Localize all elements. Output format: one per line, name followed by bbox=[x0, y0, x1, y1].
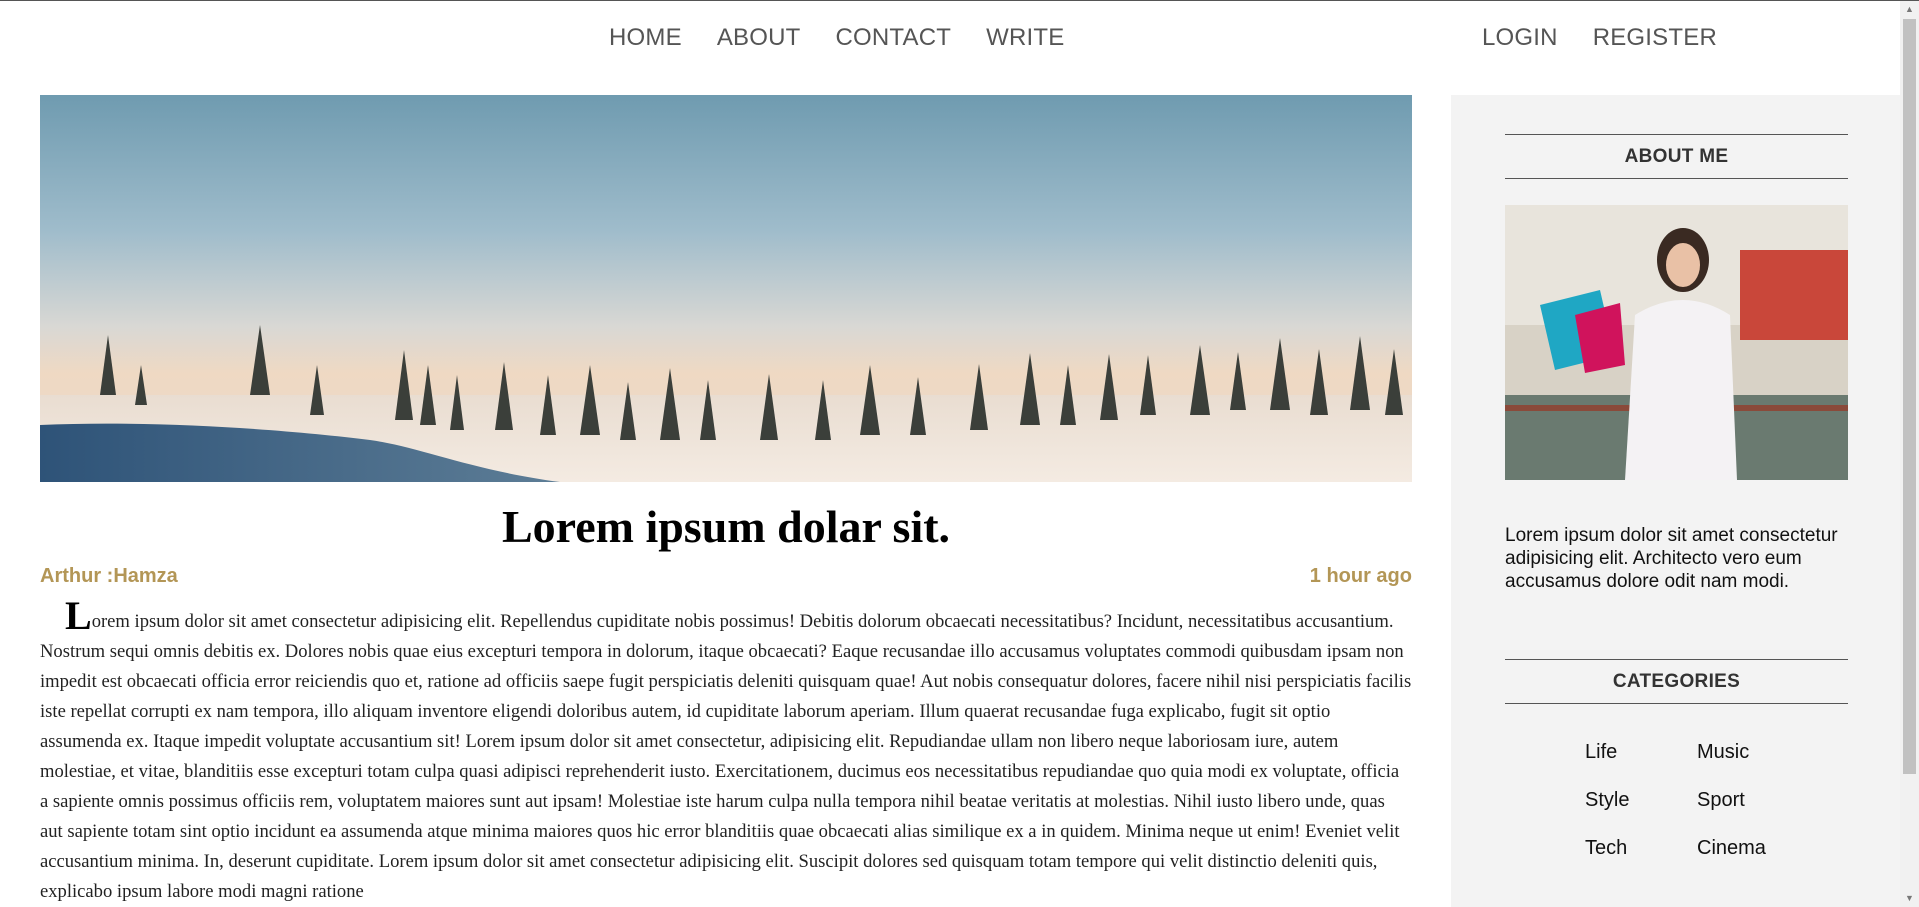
nav-write-link[interactable]: WRITE bbox=[986, 23, 1064, 53]
category-music[interactable]: Music bbox=[1697, 741, 1805, 763]
nav-contact-link[interactable]: CONTACT bbox=[836, 23, 952, 53]
category-tech[interactable]: Tech bbox=[1585, 837, 1697, 859]
category-style[interactable]: Style bbox=[1585, 789, 1697, 811]
nav-home-link[interactable]: HOME bbox=[609, 23, 682, 53]
post-body-text: orem ipsum dolor sit amet consectetur ad… bbox=[40, 611, 1412, 902]
post-header-image bbox=[40, 95, 1412, 482]
post-author[interactable]: Arthur :Hamza bbox=[40, 565, 178, 588]
sidebar: ABOUT ME Lorem ipsum dolor sit amet cons… bbox=[1451, 95, 1900, 907]
about-photo bbox=[1505, 205, 1848, 480]
category-cinema[interactable]: Cinema bbox=[1697, 837, 1805, 859]
about-text: Lorem ipsum dolor sit amet consectetur a… bbox=[1505, 525, 1838, 592]
nav-login-link[interactable]: LOGIN bbox=[1482, 23, 1558, 53]
scroll-up-icon[interactable]: ▲ bbox=[1900, 1, 1919, 18]
category-life[interactable]: Life bbox=[1585, 741, 1697, 763]
post-body: Lorem ipsum dolor sit amet consectetur a… bbox=[40, 596, 1412, 907]
drop-cap: L bbox=[65, 593, 92, 638]
scroll-thumb[interactable] bbox=[1903, 19, 1916, 774]
nav-about-link[interactable]: ABOUT bbox=[717, 23, 801, 53]
single-post: Lorem ipsum dolar sit. Arthur :Hamza 1 h… bbox=[40, 95, 1412, 907]
about-section: ABOUT ME bbox=[1505, 134, 1848, 179]
categories-list: Life Music Style Sport Tech Cinema bbox=[1585, 741, 1805, 859]
post-meta: Arthur :Hamza 1 hour ago bbox=[40, 565, 1412, 588]
nav-register-link[interactable]: REGISTER bbox=[1593, 23, 1717, 53]
category-sport[interactable]: Sport bbox=[1697, 789, 1805, 811]
page-scrollbar[interactable]: ▲ ▼ bbox=[1900, 1, 1919, 907]
post-time: 1 hour ago bbox=[1309, 565, 1412, 587]
scroll-down-icon[interactable]: ▼ bbox=[1900, 890, 1919, 907]
categories-title: CATEGORIES bbox=[1505, 659, 1848, 704]
about-title: ABOUT ME bbox=[1505, 134, 1848, 179]
top-nav: HOME ABOUT CONTACT WRITE LOGIN REGISTER bbox=[0, 1, 1900, 75]
categories-section: CATEGORIES bbox=[1505, 659, 1848, 704]
main-menu: HOME ABOUT CONTACT WRITE bbox=[609, 23, 1064, 53]
account-menu: LOGIN REGISTER bbox=[1482, 23, 1717, 53]
post-title: Lorem ipsum dolar sit. bbox=[501, 501, 951, 552]
